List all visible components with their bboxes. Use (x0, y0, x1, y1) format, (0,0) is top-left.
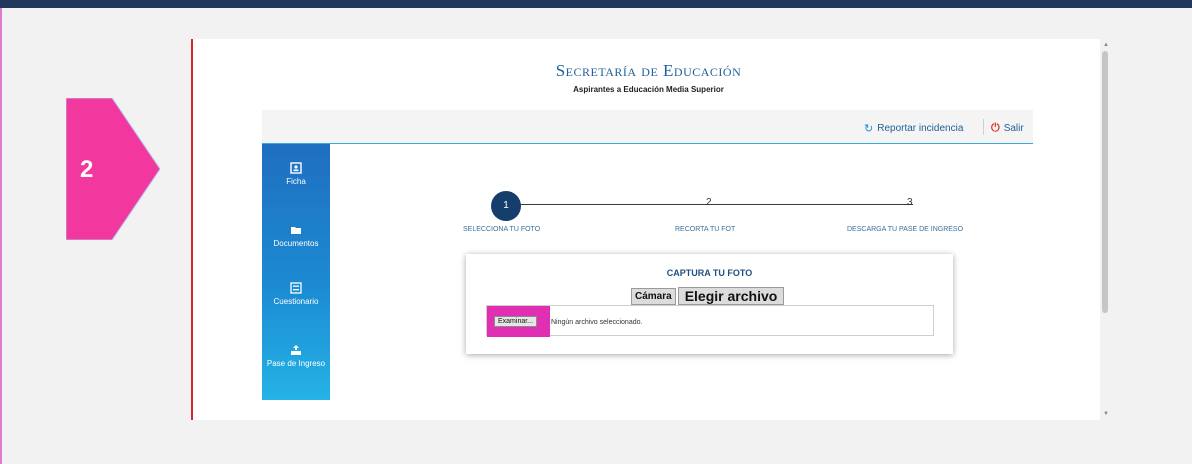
form-icon (290, 282, 302, 294)
sidebar-item-documentos[interactable]: Documentos (262, 224, 330, 248)
camera-button[interactable]: Cámara (631, 287, 676, 305)
vertical-scrollbar[interactable]: ▲ ▼ (1100, 39, 1110, 420)
report-incident-link[interactable]: ↻ Reportar incidencia (864, 122, 963, 135)
id-card-icon (290, 162, 302, 174)
headset-icon: ↻ (864, 123, 874, 135)
folder-icon (290, 224, 302, 236)
power-icon: ⏻ (991, 122, 1000, 134)
action-bar: ↻ Reportar incidencia ⏻ Salir (262, 110, 1033, 144)
top-bar (0, 0, 1192, 8)
sidebar-item-label: Pase de Ingreso (266, 359, 326, 368)
step-2-label: RECORTA TU FOT (675, 226, 736, 233)
choose-file-button[interactable]: Elegir archivo (677, 287, 785, 305)
page-subtitle: Aspirantes a Educación Media Superior (573, 85, 724, 94)
scrollbar-thumb[interactable] (1102, 51, 1108, 313)
user-upload-icon (290, 344, 302, 356)
scroll-down-icon[interactable]: ▼ (1103, 411, 1109, 417)
capture-photo-card: CAPTURA TU FOTO Cámara Elegir archivo Ex… (466, 254, 953, 354)
screenshot-window: Secretaría de Educación Aspirantes a Edu… (191, 39, 1102, 420)
left-border-line (0, 8, 2, 464)
step-1-label: SELECCIONA TU FOTO (463, 226, 541, 233)
page-title: Secretaría de Educación (555, 61, 742, 80)
sidebar: Ficha Documentos Cuestionario Pase de In… (262, 144, 330, 400)
sidebar-item-pase-de-ingreso[interactable]: Pase de Ingreso (262, 344, 330, 368)
step-2-number[interactable]: 2 (706, 197, 712, 208)
file-input[interactable]: Examinar... Ningún archivo seleccionado. (486, 305, 934, 337)
capture-title: CAPTURA TU FOTO (666, 268, 753, 278)
browse-button[interactable]: Examinar... (494, 316, 538, 327)
sidebar-item-label: Ficha (286, 177, 306, 186)
logout-link[interactable]: ⏻ Salir (991, 122, 1024, 135)
report-incident-label: Reportar incidencia (877, 123, 964, 134)
step-3-number[interactable]: 3 (907, 197, 913, 208)
capture-button-row: Cámara Elegir archivo (631, 287, 785, 305)
sidebar-item-label: Documentos (273, 239, 319, 248)
sidebar-item-label: Cuestionario (273, 297, 319, 306)
scroll-up-icon[interactable]: ▲ (1103, 42, 1109, 48)
sidebar-item-cuestionario[interactable]: Cuestionario (262, 282, 330, 306)
step-1-circle[interactable]: 1 (491, 191, 521, 221)
action-divider (983, 119, 984, 135)
sidebar-item-ficha[interactable]: Ficha (262, 162, 330, 186)
logout-label: Salir (1003, 123, 1024, 134)
step-marker-number: 2 (80, 156, 94, 183)
step-3-label: DESCARGA TU PASE DE INGRESO (847, 226, 964, 233)
file-status-text: Ningún archivo seleccionado. (551, 319, 643, 326)
